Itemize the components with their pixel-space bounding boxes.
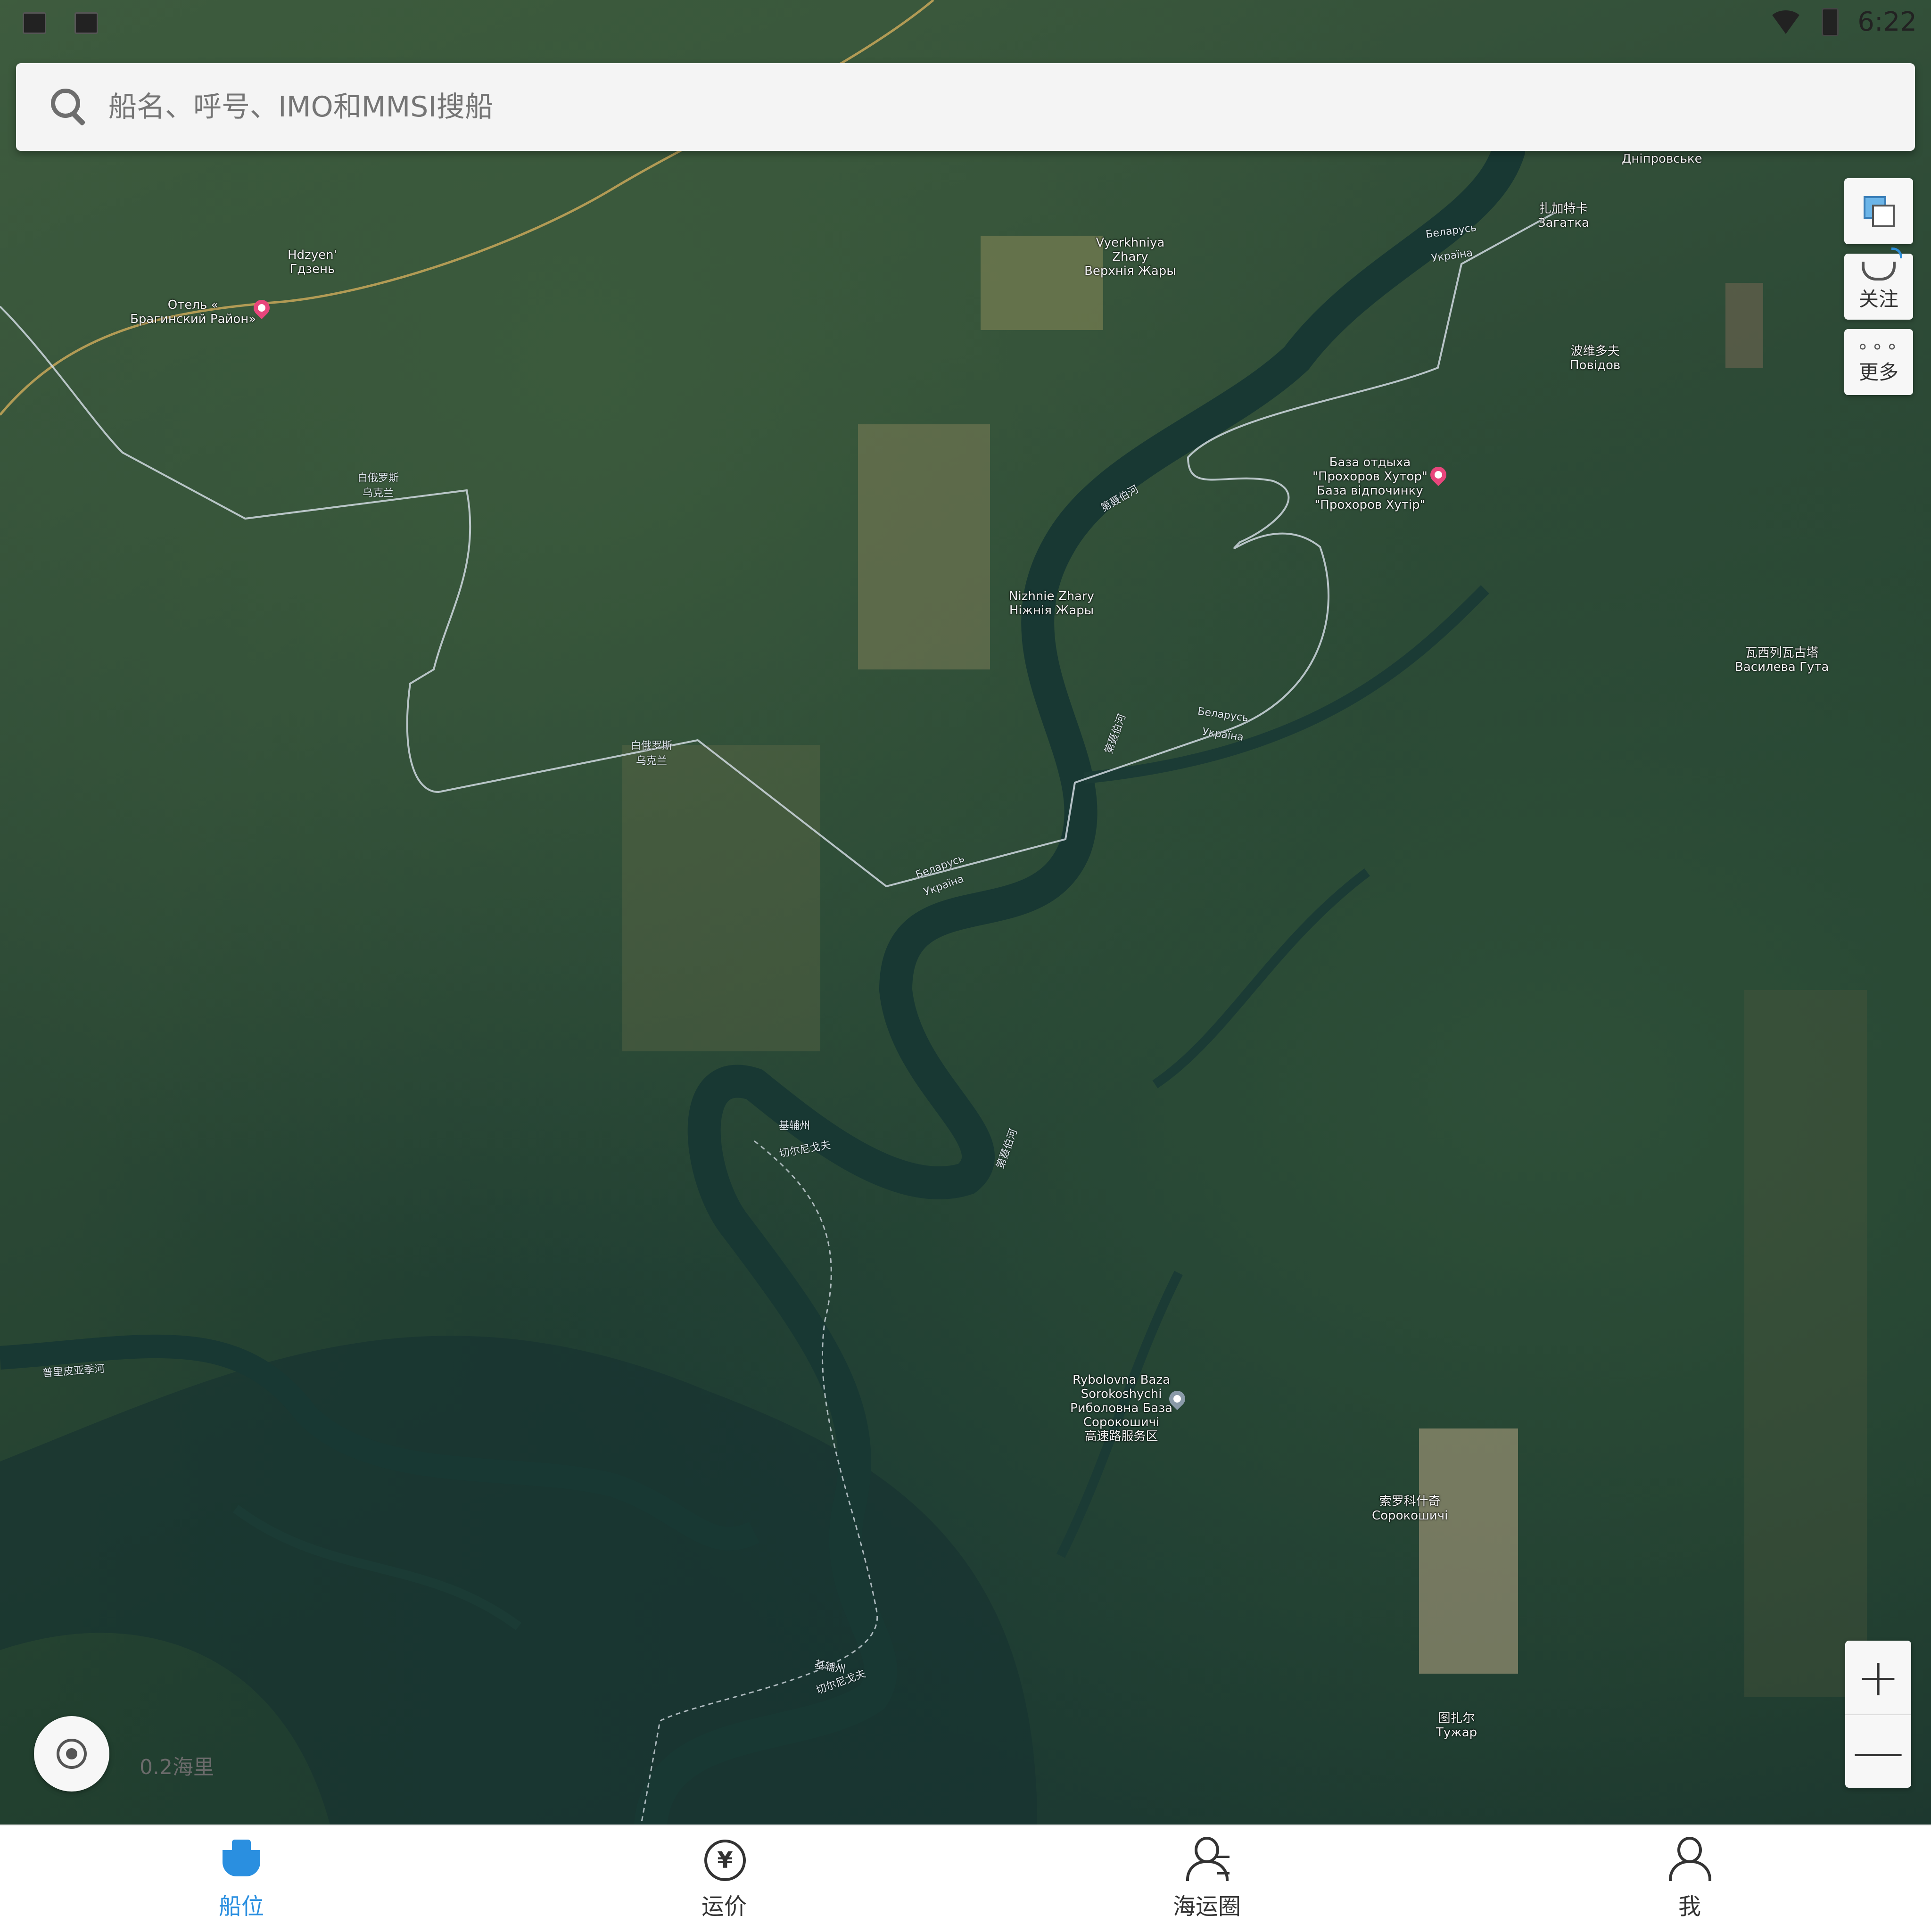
- status-bar: 6:22: [0, 0, 1931, 45]
- layers-icon: [1864, 196, 1895, 227]
- zoom-out-button[interactable]: —: [1845, 1715, 1911, 1788]
- map-label-hotel: Отель « Брагинский Район»: [130, 298, 256, 326]
- zoom-control: + —: [1845, 1641, 1911, 1788]
- nav-label: 我: [1678, 1893, 1701, 1920]
- region-label-kyiv: 基辅州: [779, 1120, 810, 1132]
- map-label-hdzyen: Hdzyen' Гдзень: [288, 248, 337, 276]
- community-icon: [1184, 1837, 1230, 1882]
- map-label-vyerkhniya: Vyerkhniya Zhary Верхнія Жары: [1084, 236, 1176, 278]
- map-label-nizhnie: Nizhnie Zhary Ніжнія Жары: [1009, 589, 1095, 618]
- search-input[interactable]: [107, 90, 1807, 124]
- map-label-prokhorov: База отдыха "Прохоров Хутор" База відпоч…: [1312, 455, 1428, 512]
- clock: 6:22: [1857, 7, 1917, 37]
- satellite-map[interactable]: Hdzyen' Гдзень Отель « Брагинский Район»…: [0, 0, 1931, 1825]
- map-label-zahatka: 扎加特卡 Загатка: [1538, 202, 1589, 230]
- nav-me[interactable]: 我: [1448, 1825, 1931, 1932]
- search-bar[interactable]: [16, 63, 1915, 151]
- profile-icon: [1667, 1837, 1712, 1882]
- map-label-sorokoshychi: 索罗科什奇 Сорокошичі: [1372, 1494, 1448, 1523]
- follow-button[interactable]: 关注: [1844, 247, 1913, 320]
- more-label: 更多: [1858, 360, 1898, 384]
- nav-ship-position[interactable]: 船位: [0, 1825, 483, 1932]
- locate-button[interactable]: [34, 1716, 109, 1792]
- map-label-povidov: 波维多夫 Повідов: [1570, 344, 1621, 372]
- a-icon: [74, 12, 98, 34]
- nav-shipping-circle[interactable]: 海运圈: [966, 1825, 1448, 1932]
- search-icon: [48, 86, 91, 128]
- border-label-cn: 白俄罗斯 乌克兰: [631, 740, 673, 767]
- nav-freight-rate[interactable]: ¥ 运价: [483, 1825, 966, 1932]
- map-label-dniprovske: Дніпровське: [1622, 152, 1702, 166]
- map-label-rybolovna: Rybolovna Baza Sorokoshychi Риболовна Ба…: [1070, 1373, 1173, 1444]
- nav-label: 海运圈: [1172, 1893, 1241, 1920]
- battery-icon: [1822, 8, 1839, 36]
- ship-icon: [219, 1837, 264, 1882]
- ship-signal-icon: [1862, 247, 1902, 281]
- map-layers-button[interactable]: [1844, 178, 1913, 244]
- bottom-navigation: 船位 ¥ 运价 海运圈 我: [0, 1825, 1931, 1932]
- wifi-icon: [1769, 10, 1803, 34]
- more-dots-icon: ∘∘∘: [1857, 335, 1901, 357]
- map-label-tuzhar: 图扎尔 Тужар: [1436, 1711, 1477, 1740]
- nav-label: 船位: [218, 1893, 264, 1920]
- border-label-cn: 白俄罗斯 乌克兰: [357, 472, 399, 499]
- map-label-vasileva: 瓦西列瓦古塔 Василева Гута: [1735, 646, 1829, 674]
- nav-label: 运价: [701, 1893, 747, 1920]
- yuan-icon: ¥: [701, 1837, 747, 1882]
- more-button[interactable]: ∘∘∘ 更多: [1844, 329, 1913, 395]
- zoom-in-button[interactable]: +: [1845, 1641, 1911, 1715]
- follow-label: 关注: [1858, 287, 1898, 311]
- image-icon: [23, 12, 46, 34]
- map-scale: 0.2海里: [140, 1755, 214, 1779]
